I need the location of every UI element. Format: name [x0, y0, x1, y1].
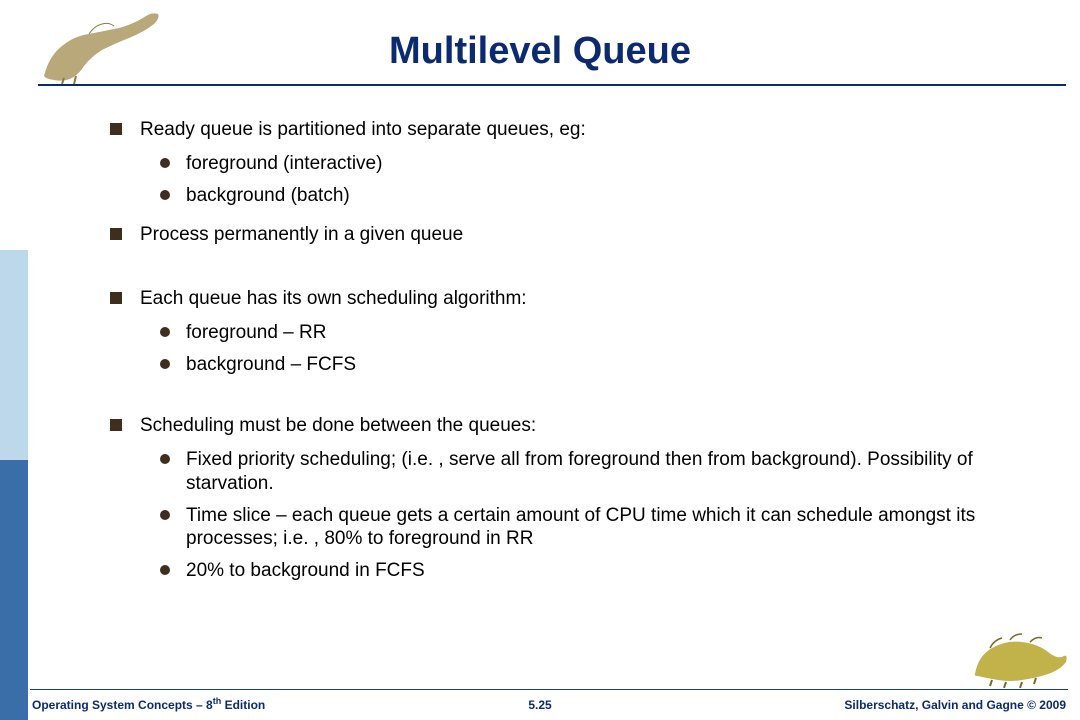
- dinosaur-top-icon: [34, 6, 164, 84]
- bullet-text: Scheduling must be done between the queu…: [140, 415, 536, 436]
- bullet-level-2: background – FCFS: [160, 353, 1040, 377]
- left-color-stripe: [0, 0, 28, 720]
- sub-bullet-text: foreground – RR: [186, 322, 326, 343]
- sub-bullet-text: 20% to background in FCFS: [186, 560, 425, 581]
- bullet-level-2: 20% to background in FCFS: [160, 559, 1040, 583]
- circle-bullet-icon: [160, 454, 170, 464]
- bullet-text: Each queue has its own scheduling algori…: [140, 288, 527, 309]
- circle-bullet-icon: [160, 158, 170, 168]
- square-bullet-icon: [110, 123, 122, 135]
- bullet-level-2: foreground – RR: [160, 321, 1040, 345]
- bullet-text: Ready queue is partitioned into separate…: [140, 119, 586, 140]
- bullet-level-2: Fixed priority scheduling; (i.e. , serve…: [160, 448, 1040, 496]
- bullet-level-2: background (batch): [160, 184, 1040, 208]
- slide-title: Multilevel Queue: [389, 30, 691, 73]
- circle-bullet-icon: [160, 359, 170, 369]
- bullet-level-1: Ready queue is partitioned into separate…: [110, 118, 1040, 142]
- bullet-level-1: Each queue has its own scheduling algori…: [110, 287, 1040, 311]
- square-bullet-icon: [110, 419, 122, 431]
- title-underline: [38, 84, 1066, 86]
- circle-bullet-icon: [160, 327, 170, 337]
- footer-authors: Silberschatz, Galvin and Gagne © 2009: [844, 698, 1066, 712]
- square-bullet-icon: [110, 228, 122, 240]
- dinosaur-bottom-icon: [970, 626, 1070, 688]
- bullet-level-2: foreground (interactive): [160, 152, 1040, 176]
- footer-page-number: 5.25: [528, 698, 551, 712]
- bullet-text: Process permanently in a given queue: [140, 224, 463, 245]
- sub-bullet-text: Fixed priority scheduling; (i.e. , serve…: [186, 449, 973, 494]
- square-bullet-icon: [110, 292, 122, 304]
- circle-bullet-icon: [160, 190, 170, 200]
- footer-divider: [30, 689, 1068, 690]
- sub-bullet-text: Time slice – each queue gets a certain a…: [186, 505, 975, 550]
- bullet-level-1: Process permanently in a given queue: [110, 223, 1040, 247]
- circle-bullet-icon: [160, 510, 170, 520]
- sub-bullet-text: background (batch): [186, 185, 350, 206]
- circle-bullet-icon: [160, 565, 170, 575]
- slide-content: Ready queue is partitioned into separate…: [110, 118, 1040, 599]
- sub-bullet-text: background – FCFS: [186, 354, 356, 375]
- bullet-level-2: Time slice – each queue gets a certain a…: [160, 504, 1040, 552]
- sub-bullet-text: foreground (interactive): [186, 153, 382, 174]
- bullet-level-1: Scheduling must be done between the queu…: [110, 414, 1040, 438]
- footer-book-title: Operating System Concepts – 8th Edition: [32, 696, 265, 712]
